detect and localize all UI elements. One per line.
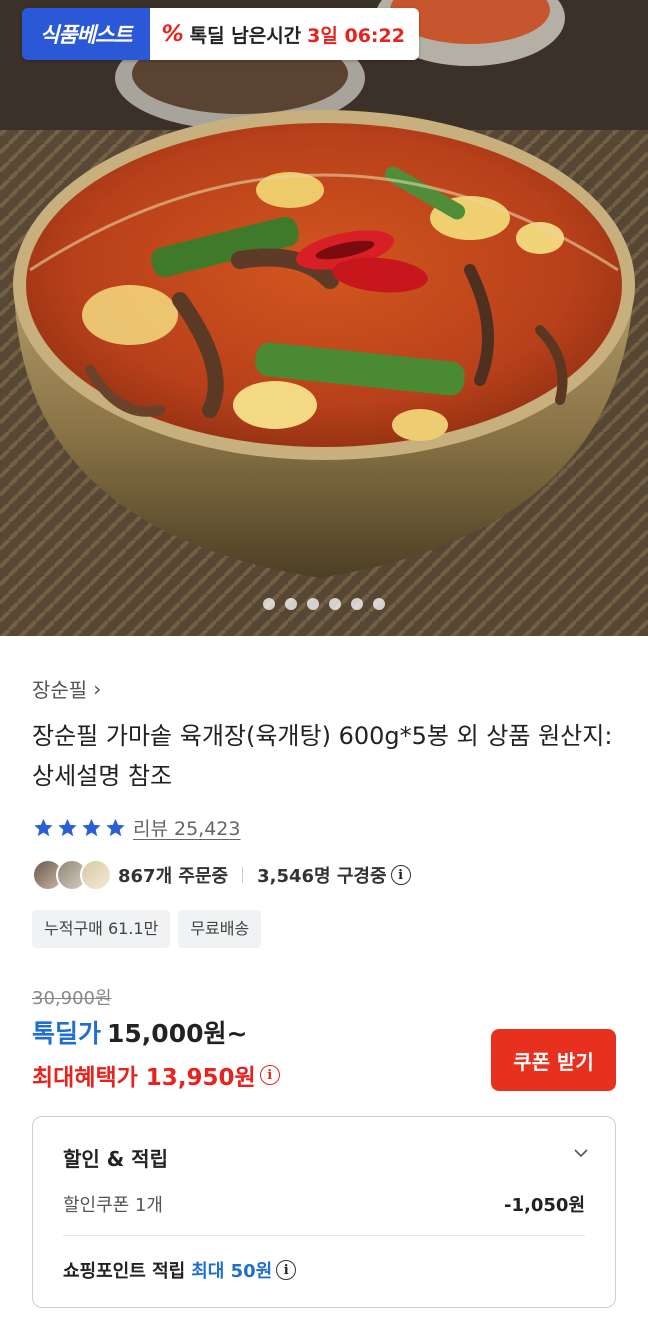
discount-benefits-panel[interactable]: 할인 & 적립 할인쿠폰 1개 -1,050원 쇼핑포인트 적립 최대 50원 … <box>32 1116 616 1308</box>
chevron-right-icon: › <box>93 676 102 701</box>
carousel-dot[interactable] <box>373 598 385 610</box>
star-icon <box>106 818 125 836</box>
carousel-dot[interactable] <box>329 598 341 610</box>
rating-row[interactable]: 리뷰 25,423 <box>32 814 240 841</box>
carousel-dot[interactable] <box>263 598 275 610</box>
deal-price-row: 톡딜가 15,000원~ <box>32 1014 247 1050</box>
benefits-title: 할인 & 적립 <box>63 1147 168 1171</box>
max-benefit-price: 최대혜택가 13,950원 <box>32 1065 256 1091</box>
star-rating <box>32 817 127 839</box>
shopping-point-label: 쇼핑포인트 적립 <box>63 1261 186 1282</box>
product-photo <box>0 0 648 636</box>
carousel-dot[interactable] <box>351 598 363 610</box>
info-icon[interactable]: i <box>390 865 411 885</box>
review-count-link[interactable]: 리뷰 25,423 <box>133 814 240 841</box>
deal-timer: % 톡딜 남은시간 3일 06:22 <box>149 8 419 60</box>
deal-timer-value: 3일 06:22 <box>307 24 405 47</box>
deal-price-label: 톡딜가 <box>32 1019 102 1048</box>
get-coupon-button[interactable]: 쿠폰 받기 <box>491 1029 616 1091</box>
percent-icon: % <box>161 21 184 47</box>
buyer-avatars <box>32 859 112 891</box>
divider <box>63 1235 585 1236</box>
seller-name: 장순필 <box>32 678 88 702</box>
chevron-down-icon[interactable] <box>573 1145 589 1161</box>
star-icon <box>58 818 77 836</box>
discount-coupon-label: 할인쿠폰 1개 <box>63 1195 163 1216</box>
shopping-point-max: 최대 50원 <box>191 1261 273 1282</box>
social-proof-row: 867개 주문중 3,546명 구경중 i <box>32 858 411 892</box>
product-title: 장순필 가마솥 육개장(육개탕) 600g*5봉 외 상품 원산지: 상세설명 … <box>32 722 613 790</box>
product-image-carousel[interactable]: 식품베스트 % 톡딜 남은시간 3일 06:22 <box>0 0 648 636</box>
orders-count: 867개 주문중 <box>118 866 229 887</box>
food-best-badge: 식품베스트 <box>22 8 150 60</box>
star-icon <box>82 818 101 836</box>
discount-coupon-amount: -1,050원 <box>504 1195 585 1216</box>
carousel-dot[interactable] <box>307 598 319 610</box>
tag-free-shipping: 무료배송 <box>178 910 262 948</box>
product-tags: 누적구매 61.1만 무료배송 <box>32 910 262 948</box>
tag-cumulative-purchases: 누적구매 61.1만 <box>32 910 171 948</box>
carousel-dot[interactable] <box>285 598 297 610</box>
seller-link[interactable]: 장순필 › <box>32 674 101 703</box>
max-benefit-row: 최대혜택가 13,950원 i <box>32 1058 280 1092</box>
carousel-indicator <box>0 598 648 610</box>
deal-timer-label: 톡딜 남은시간 <box>189 24 302 47</box>
info-icon[interactable]: i <box>259 1065 280 1085</box>
original-price: 30,900원 <box>32 988 112 1009</box>
deal-badge: 식품베스트 % 톡딜 남은시간 3일 06:22 <box>22 8 419 60</box>
avatar <box>80 859 112 891</box>
deal-price: 15,000원~ <box>107 1019 248 1048</box>
star-icon <box>34 818 53 836</box>
divider <box>242 867 244 883</box>
viewers-count: 3,546명 구경중 <box>257 866 387 887</box>
shopping-point-row: 쇼핑포인트 적립 최대 50원 i <box>63 1257 297 1283</box>
info-icon[interactable]: i <box>276 1260 297 1280</box>
